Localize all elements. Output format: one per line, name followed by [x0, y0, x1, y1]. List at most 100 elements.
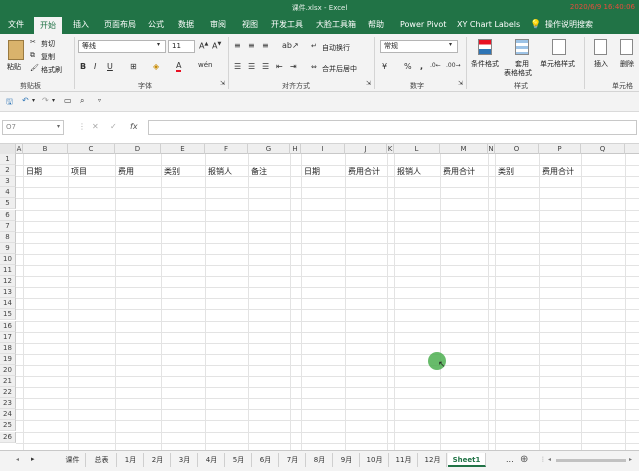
sheet-tab[interactable]: 6月 [253, 453, 279, 467]
decrease-indent-icon[interactable]: ⇤ [276, 62, 283, 71]
delete-button[interactable]: 删除 [620, 59, 634, 69]
row-header[interactable]: 14 [0, 298, 16, 310]
decrease-decimal-icon[interactable]: .00→ [446, 62, 461, 69]
grow-font-icon[interactable]: A▲ [199, 41, 208, 51]
sheet-tab[interactable]: 总表 [87, 453, 117, 467]
cell-f2[interactable]: 报销人 [208, 166, 232, 177]
sheet-nav-icon[interactable]: ▸ [31, 455, 35, 463]
tab-developer[interactable]: 开发工具 [271, 16, 303, 34]
row-header[interactable]: 16 [0, 320, 16, 332]
chevron-down-icon[interactable]: ▾ [32, 97, 35, 104]
sheet-tab[interactable]: 8月 [307, 453, 333, 467]
sheet-tab[interactable]: 12月 [419, 453, 447, 467]
insert-function-icon[interactable]: fx [130, 122, 138, 131]
merge-icon[interactable]: ⇔ [311, 63, 317, 71]
number-format-select[interactable]: 常规 [380, 40, 458, 53]
row-header[interactable]: 1 [0, 154, 16, 166]
paste-button[interactable]: 粘贴 [7, 62, 21, 72]
zoom-icon[interactable]: ⌕ [80, 96, 84, 106]
redo-icon[interactable]: ↷ [42, 96, 49, 105]
brush-icon[interactable]: 🖌 [30, 64, 39, 72]
conditional-format-icon[interactable] [478, 39, 492, 55]
copy-icon[interactable]: ⧉ [30, 51, 35, 60]
column-header-n[interactable]: N [488, 144, 495, 154]
cell-d2[interactable]: 费用 [118, 166, 134, 177]
cell-styles-button[interactable]: 单元格样式 [540, 59, 575, 69]
horizontal-scrollbar[interactable] [556, 459, 626, 462]
align-middle-icon[interactable]: ≡ [248, 41, 255, 50]
font-color-icon[interactable]: A [176, 61, 182, 72]
increase-indent-icon[interactable]: ⇥ [290, 62, 297, 71]
cancel-icon[interactable]: ✕ [92, 122, 99, 131]
cell-i2[interactable]: 日期 [304, 166, 320, 177]
tab-xy-chart-labels[interactable]: XY Chart Labels [457, 16, 520, 34]
border-icon[interactable]: ⊞ [130, 62, 137, 71]
wrap-text-icon[interactable]: ↵ [311, 42, 317, 50]
row-header[interactable]: 2 [0, 165, 16, 177]
cell-p2[interactable]: 费用合计 [542, 166, 574, 177]
customize-qat-icon[interactable]: ▿ [98, 97, 101, 104]
cell-m2[interactable]: 费用合计 [443, 166, 475, 177]
column-header-h[interactable]: H [290, 144, 301, 154]
cell-o2[interactable]: 类别 [498, 166, 514, 177]
column-header-b[interactable]: B [23, 144, 68, 154]
column-header-k[interactable]: K [387, 144, 394, 154]
sheet-tab[interactable]: 1月 [118, 453, 144, 467]
add-sheet-icon[interactable]: ⊕ [520, 454, 528, 465]
column-header-i[interactable]: I [301, 144, 345, 154]
spreadsheet-grid[interactable]: ABCDEFGHIJKLMNOPQ 1 2 3 4 5 6 7 8 9 10 11 12 13 14 15 1… [0, 144, 639, 450]
align-top-icon[interactable]: ≡ [234, 41, 241, 50]
hscroll-left-icon[interactable]: ◂ [548, 456, 551, 463]
chevron-down-icon[interactable]: ▾ [57, 123, 60, 130]
column-header-j[interactable]: J [345, 144, 387, 154]
sheet-tab[interactable]: 4月 [199, 453, 225, 467]
dialog-launcher-icon[interactable]: ⇲ [220, 80, 225, 87]
row-header[interactable]: 22 [0, 387, 16, 399]
font-name-select[interactable]: 等线 [78, 40, 166, 53]
dialog-launcher-icon[interactable]: ⇲ [458, 80, 463, 87]
save-icon[interactable]: 🖫 [6, 96, 13, 110]
shrink-font-icon[interactable]: A▼ [212, 41, 221, 51]
underline-icon[interactable]: U [107, 62, 113, 71]
row-header[interactable]: 9 [0, 242, 16, 254]
chevron-down-icon[interactable]: ▾ [157, 41, 160, 48]
percent-icon[interactable]: % [404, 62, 412, 71]
column-header-c[interactable]: C [68, 144, 115, 154]
row-header[interactable]: 21 [0, 376, 16, 388]
tab-insert[interactable]: 插入 [73, 16, 89, 34]
format-table-icon[interactable] [515, 39, 529, 55]
bold-icon[interactable]: B [80, 62, 86, 71]
sheet-tab[interactable]: 2月 [145, 453, 171, 467]
select-all-corner[interactable] [0, 144, 16, 154]
tell-me-search[interactable]: 操作说明搜索 [545, 16, 593, 34]
conditional-format-button[interactable]: 条件格式 [471, 59, 499, 69]
row-header[interactable]: 20 [0, 364, 16, 376]
tab-help[interactable]: 帮助 [368, 16, 384, 34]
sheet-tab[interactable]: 11月 [390, 453, 418, 467]
chevron-down-icon[interactable]: ▾ [52, 97, 55, 104]
row-header[interactable]: 25 [0, 420, 16, 432]
formula-input[interactable] [148, 120, 637, 135]
row-header[interactable]: 19 [0, 353, 16, 365]
cell-l2[interactable]: 报销人 [397, 166, 421, 177]
row-header[interactable]: 5 [0, 198, 16, 210]
cell-styles-icon[interactable] [552, 39, 566, 55]
tab-power-pivot[interactable]: Power Pivot [400, 16, 446, 34]
insert-cells-icon[interactable] [594, 39, 607, 55]
row-header[interactable]: 18 [0, 342, 16, 354]
row-header[interactable]: 3 [0, 176, 16, 188]
column-header-m[interactable]: M [440, 144, 488, 154]
print-preview-icon[interactable]: ▭ [64, 96, 72, 105]
column-header-l[interactable]: L [394, 144, 440, 154]
phonetic-icon[interactable]: wén [198, 61, 212, 69]
sheet-tab[interactable]: 10月 [361, 453, 389, 467]
currency-icon[interactable]: ¥ [382, 62, 387, 71]
format-painter-button[interactable]: 格式刷 [41, 65, 62, 75]
tab-toolbox[interactable]: 大脸工具箱 [316, 16, 356, 34]
align-center-icon[interactable]: ☰ [248, 62, 255, 71]
delete-cells-icon[interactable] [620, 39, 633, 55]
orientation-icon[interactable]: ab↗ [282, 41, 299, 50]
column-header-q[interactable]: Q [581, 144, 625, 154]
scroll-right-icon[interactable]: ⋮ [540, 456, 546, 463]
cut-button[interactable]: 剪切 [41, 39, 55, 49]
